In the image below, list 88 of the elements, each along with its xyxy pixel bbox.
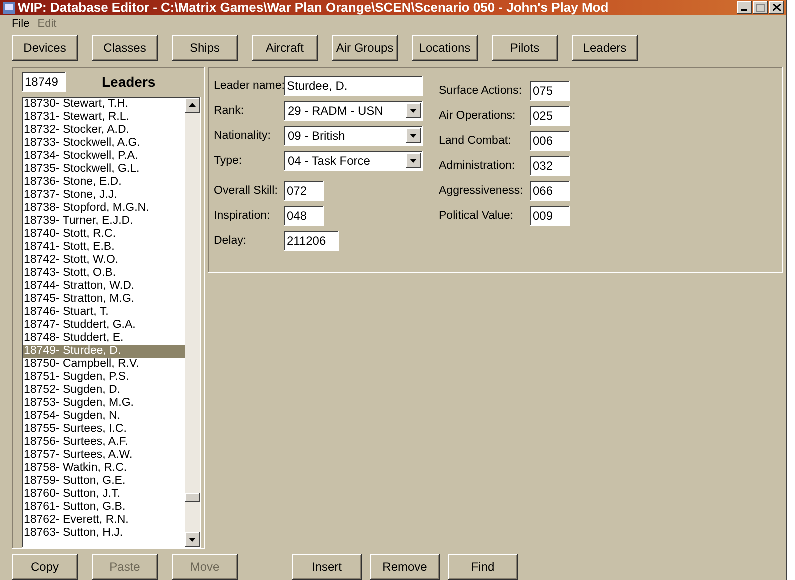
dropdown[interactable]: 04 - Task Force: [284, 150, 423, 170]
input-field[interactable]: 009: [530, 206, 570, 226]
input-field[interactable]: 066: [530, 180, 570, 200]
input-field[interactable]: 006: [530, 130, 570, 150]
panel-title: Leaders: [102, 74, 156, 90]
field-label: Leader name:: [214, 80, 284, 92]
list-item[interactable]: 18745- Stratton, M.G.: [23, 292, 185, 306]
window-title: WIP: Database Editor - C:\Matrix Games\War Plan Orange\SCEN\Scenario 050 - John's Play Mod: [18, 0, 610, 16]
scroll-up-button[interactable]: [185, 98, 200, 113]
list-item[interactable]: 18760- Sutton, J.T.: [23, 488, 185, 501]
close-icon: [772, 4, 780, 12]
nav-button[interactable]: Air Groups: [332, 35, 398, 61]
list-item[interactable]: 18754- Sugden, N.: [23, 410, 185, 423]
action-button[interactable]: Insert: [292, 554, 362, 580]
list-item[interactable]: 18741- Stott, E.B.: [23, 240, 185, 254]
list-item[interactable]: 18743- Stott, O.B.: [23, 266, 185, 280]
down-arrow-icon: [189, 538, 196, 542]
field-label: Delay:: [214, 234, 248, 246]
nav-button[interactable]: Leaders: [572, 35, 638, 61]
field-label: Surface Actions:: [439, 84, 524, 96]
list-item[interactable]: 18744- Stratton, W.D.: [23, 280, 185, 293]
scrollbar[interactable]: [185, 98, 200, 547]
app-icon: [2, 0, 16, 15]
field-label: Land Combat:: [439, 134, 512, 146]
field-label: Inspiration:: [214, 210, 272, 222]
maximize-button[interactable]: [753, 1, 768, 14]
list-item[interactable]: 18747- Studdert, G.A.: [23, 318, 185, 332]
list-item[interactable]: 18733- Stockwell, A.G.: [23, 136, 185, 150]
list-item[interactable]: 18758- Watkin, R.C.: [23, 462, 185, 475]
dropdown[interactable]: 29 - RADM - USN: [284, 100, 423, 120]
list-item[interactable]: 18748- Studdert, E.: [23, 332, 185, 345]
id-field[interactable]: 18749: [22, 72, 66, 92]
input-field[interactable]: 048: [284, 206, 324, 226]
close-button[interactable]: [769, 1, 784, 14]
field-label: Administration:: [439, 160, 516, 172]
list-item[interactable]: 18762- Everett, R.N.: [23, 514, 185, 527]
list-item[interactable]: 18740- Stott, R.C.: [23, 228, 185, 241]
nav-button[interactable]: Aircraft: [252, 35, 318, 61]
input-field[interactable]: 211206: [284, 230, 339, 250]
scroll-down-button[interactable]: [185, 532, 200, 547]
list-item[interactable]: 18739- Turner, E.J.D.: [23, 214, 185, 228]
list-item[interactable]: 18736- Stone, E.D.: [23, 176, 185, 189]
list-item[interactable]: 18753- Sugden, M.G.: [23, 396, 185, 410]
list-item[interactable]: 18752- Sugden, D.: [23, 384, 185, 397]
field-label: Political Value:: [439, 210, 515, 222]
maximize-icon: [756, 4, 765, 12]
list-item[interactable]: 18735- Stockwell, G.L.: [23, 162, 185, 176]
up-arrow-icon: [189, 103, 196, 108]
field-label: Aggressiveness:: [439, 184, 524, 196]
list-item[interactable]: 18751- Sugden, P.S.: [23, 370, 185, 384]
list-item[interactable]: 18750- Campbell, R.V.: [23, 358, 185, 371]
list-item[interactable]: 18731- Stewart, R.L.: [23, 110, 185, 124]
list-item[interactable]: 18763- Sutton, H.J.: [23, 526, 185, 540]
action-button[interactable]: Remove: [370, 554, 440, 580]
list-item[interactable]: 18746- Stuart, T.: [23, 306, 185, 319]
dropdown[interactable]: 09 - British: [284, 126, 423, 146]
list-item[interactable]: 18756- Surtees, A.F.: [23, 436, 185, 449]
nav-button[interactable]: Pilots: [492, 35, 558, 61]
action-button[interactable]: Find: [448, 554, 518, 580]
list-item[interactable]: 18737- Stone, J.J.: [23, 188, 185, 202]
list-item[interactable]: 18742- Stott, W.O.: [23, 254, 185, 267]
list-item[interactable]: 18759- Sutton, G.E.: [23, 474, 185, 488]
field-label: Air Operations:: [439, 110, 517, 122]
list-item[interactable]: 18732- Stocker, A.D.: [23, 124, 185, 137]
nav-button[interactable]: Classes: [92, 35, 158, 61]
field-label: Type:: [214, 154, 244, 166]
list-item[interactable]: 18730- Stewart, T.H.: [23, 98, 185, 111]
list-item[interactable]: 18734- Stockwell, P.A.: [23, 150, 185, 163]
list-item[interactable]: 18761- Sutton, G.B.: [23, 500, 185, 514]
scroll-thumb[interactable]: [185, 492, 200, 502]
field-label: Overall Skill:: [214, 184, 279, 196]
nav-button[interactable]: Devices: [12, 35, 78, 61]
list-item[interactable]: 18749- Sturdee, D.: [23, 344, 185, 358]
minimize-button[interactable]: [737, 1, 752, 14]
input-field[interactable]: 072: [284, 180, 324, 200]
input-field[interactable]: Sturdee, D.: [284, 76, 423, 96]
input-field[interactable]: 032: [530, 156, 570, 176]
nav-button[interactable]: Ships: [172, 35, 238, 61]
field-label: Rank:: [214, 104, 246, 116]
action-button[interactable]: Copy: [12, 554, 78, 580]
menu-item[interactable]: File: [12, 18, 30, 30]
list-item[interactable]: 18757- Surtees, A.W.: [23, 448, 185, 462]
nav-button[interactable]: Locations: [412, 35, 478, 61]
field-label: Nationality:: [214, 130, 272, 142]
list-item[interactable]: 18755- Surtees, I.C.: [23, 422, 185, 436]
input-field[interactable]: 075: [530, 80, 570, 100]
input-field[interactable]: 025: [530, 106, 570, 126]
list-item[interactable]: 18738- Stopford, M.G.N.: [23, 202, 185, 215]
